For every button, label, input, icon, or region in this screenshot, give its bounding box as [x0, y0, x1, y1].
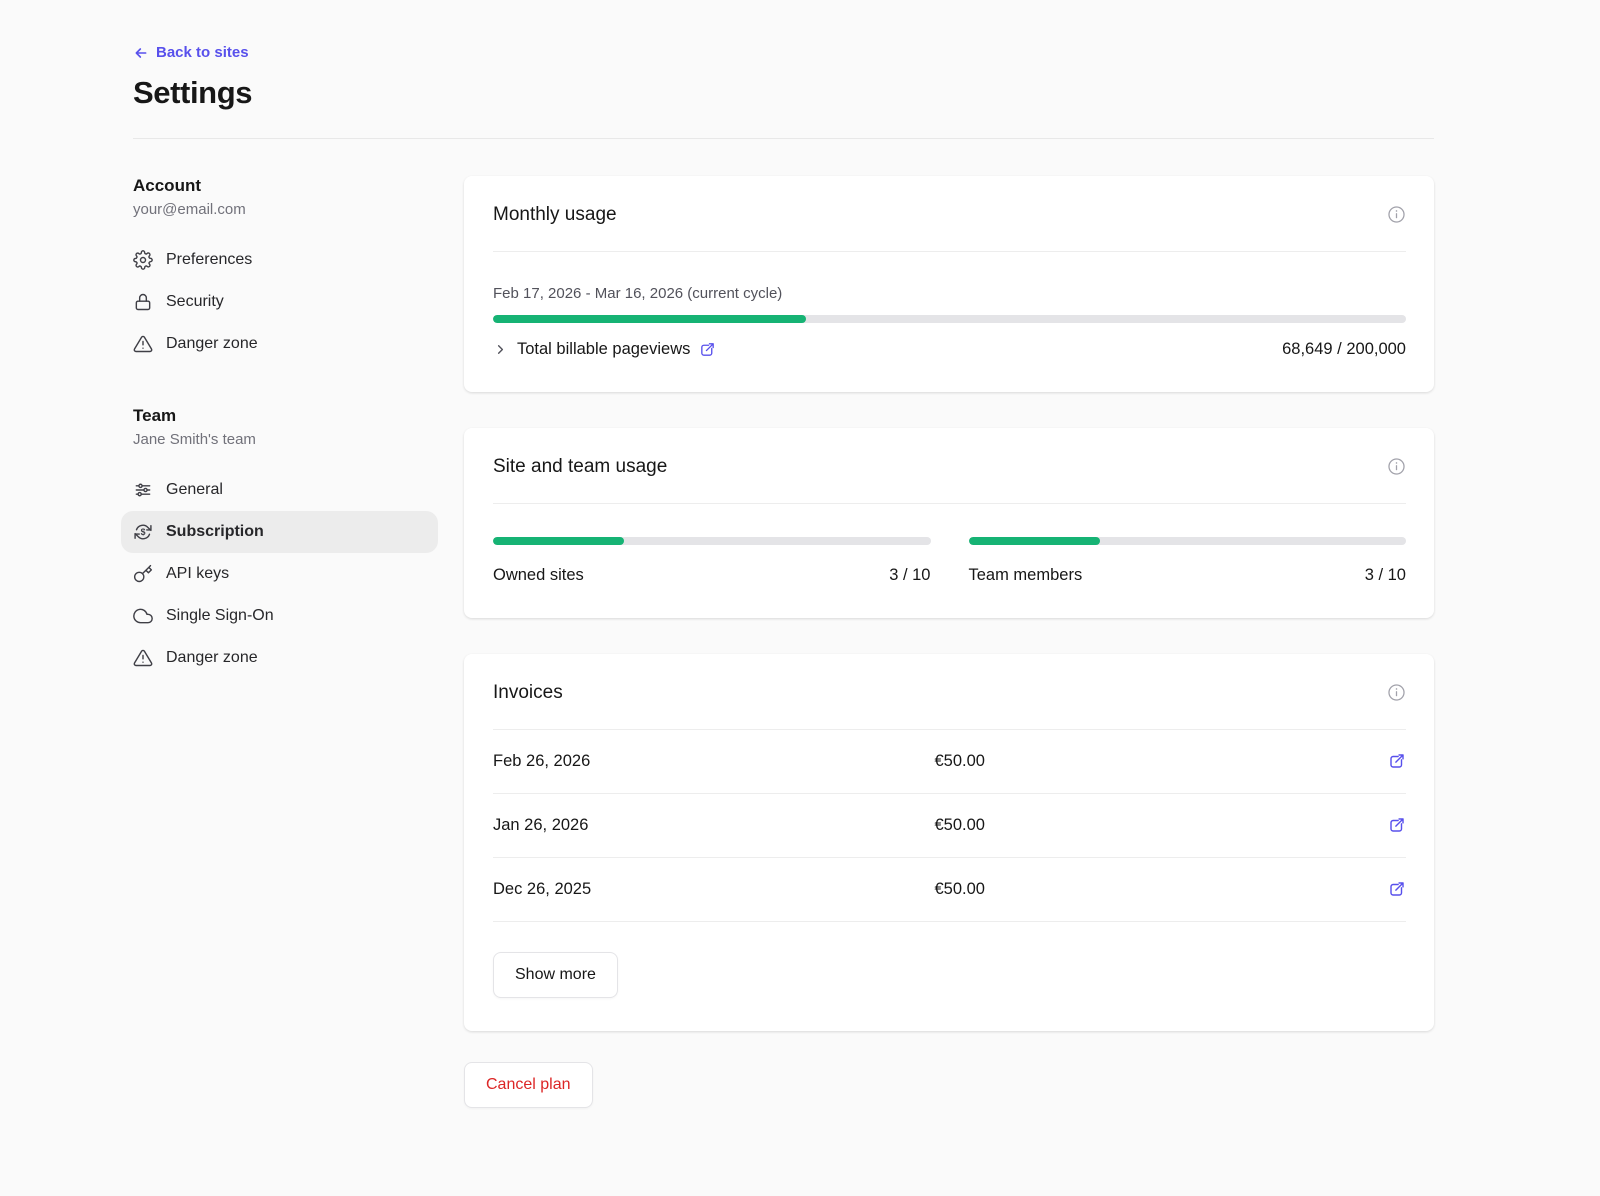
sidebar-item-label: Preferences	[166, 251, 252, 269]
invoice-amount: €50.00	[935, 880, 1377, 899]
sidebar-section-account: Account your@email.com Preferences Secur…	[133, 176, 438, 365]
pageviews-progress-track	[493, 315, 1406, 323]
sidebar-item-danger-zone-team[interactable]: Danger zone	[121, 637, 438, 679]
team-members-progress-track	[969, 537, 1407, 545]
team-members-value: 3 / 10	[1365, 566, 1406, 585]
gear-icon	[133, 250, 153, 270]
total-billable-pageviews-toggle[interactable]: Total billable pageviews	[493, 340, 716, 359]
team-members-meter: Team members 3 / 10	[969, 537, 1407, 585]
owned-sites-progress-fill	[493, 537, 624, 545]
cloud-icon	[133, 606, 153, 626]
invoice-external-link-icon[interactable]	[1388, 752, 1406, 770]
sidebar-item-label: Danger zone	[166, 335, 258, 353]
arrow-left-icon	[133, 45, 149, 61]
warning-triangle-icon	[133, 648, 153, 668]
invoice-row: Dec 26, 2025 €50.00	[493, 858, 1406, 922]
key-icon	[133, 564, 153, 584]
team-members-label: Team members	[969, 566, 1083, 585]
pageviews-row-label: Total billable pageviews	[517, 340, 690, 359]
invoice-date: Dec 26, 2025	[493, 880, 935, 899]
sidebar-item-label: General	[166, 481, 223, 499]
invoice-amount: €50.00	[935, 752, 1377, 771]
dollar-refresh-icon	[133, 522, 153, 542]
sidebar-item-label: Security	[166, 293, 224, 311]
back-to-sites-link[interactable]: Back to sites	[133, 44, 249, 61]
chevron-right-icon	[493, 342, 508, 357]
settings-page: Back to sites Settings Account your@emai…	[0, 0, 1600, 1168]
sidebar-item-label: Subscription	[166, 523, 264, 541]
settings-sidebar: Account your@email.com Preferences Secur…	[133, 176, 438, 679]
back-link-label: Back to sites	[156, 44, 249, 61]
invoice-date: Feb 26, 2026	[493, 752, 935, 771]
owned-sites-meter: Owned sites 3 / 10	[493, 537, 931, 585]
sidebar-item-preferences[interactable]: Preferences	[121, 239, 438, 281]
site-team-usage-title: Site and team usage	[493, 456, 667, 478]
external-link-icon[interactable]	[699, 341, 716, 358]
warning-triangle-icon	[133, 334, 153, 354]
info-icon[interactable]	[1387, 205, 1406, 224]
invoice-row: Jan 26, 2026 €50.00	[493, 794, 1406, 858]
site-team-usage-card: Site and team usage Owned sites 3 / 10	[464, 428, 1434, 618]
monthly-usage-title: Monthly usage	[493, 204, 617, 226]
team-name: Jane Smith's team	[133, 431, 438, 448]
team-members-progress-fill	[969, 537, 1100, 545]
monthly-usage-card: Monthly usage Feb 17, 2026 - Mar 16, 202…	[464, 176, 1434, 392]
invoices-card: Invoices Feb 26, 2026 €50.00 Jan 26, 202…	[464, 654, 1434, 1031]
sidebar-item-single-sign-on[interactable]: Single Sign-On	[121, 595, 438, 637]
invoices-title: Invoices	[493, 682, 563, 704]
sliders-icon	[133, 480, 153, 500]
invoice-date: Jan 26, 2026	[493, 816, 935, 835]
subscription-settings-main: Monthly usage Feb 17, 2026 - Mar 16, 202…	[464, 176, 1434, 1108]
owned-sites-value: 3 / 10	[889, 566, 930, 585]
lock-icon	[133, 292, 153, 312]
cancel-plan-button[interactable]: Cancel plan	[464, 1062, 593, 1108]
invoice-row: Feb 26, 2026 €50.00	[493, 730, 1406, 794]
info-icon[interactable]	[1387, 457, 1406, 476]
billing-cycle-label: Feb 17, 2026 - Mar 16, 2026 (current cyc…	[493, 285, 1406, 302]
owned-sites-label: Owned sites	[493, 566, 584, 585]
sidebar-item-danger-zone-account[interactable]: Danger zone	[121, 323, 438, 365]
team-heading: Team	[133, 406, 438, 426]
invoice-external-link-icon[interactable]	[1388, 880, 1406, 898]
invoice-amount: €50.00	[935, 816, 1377, 835]
sidebar-section-team: Team Jane Smith's team General Subscript…	[133, 406, 438, 679]
show-more-button[interactable]: Show more	[493, 952, 618, 998]
page-title: Settings	[133, 75, 1434, 111]
account-heading: Account	[133, 176, 438, 196]
sidebar-item-label: Single Sign-On	[166, 607, 274, 625]
header-divider	[133, 138, 1434, 139]
owned-sites-progress-track	[493, 537, 931, 545]
sidebar-item-general[interactable]: General	[121, 469, 438, 511]
sidebar-item-api-keys[interactable]: API keys	[121, 553, 438, 595]
sidebar-item-label: API keys	[166, 565, 229, 583]
pageviews-usage-value: 68,649 / 200,000	[1282, 340, 1406, 359]
info-icon[interactable]	[1387, 683, 1406, 702]
pageviews-progress-fill	[493, 315, 806, 323]
sidebar-item-subscription[interactable]: Subscription	[121, 511, 438, 553]
account-email: your@email.com	[133, 201, 438, 218]
invoice-external-link-icon[interactable]	[1388, 816, 1406, 834]
sidebar-item-security[interactable]: Security	[121, 281, 438, 323]
sidebar-item-label: Danger zone	[166, 649, 258, 667]
